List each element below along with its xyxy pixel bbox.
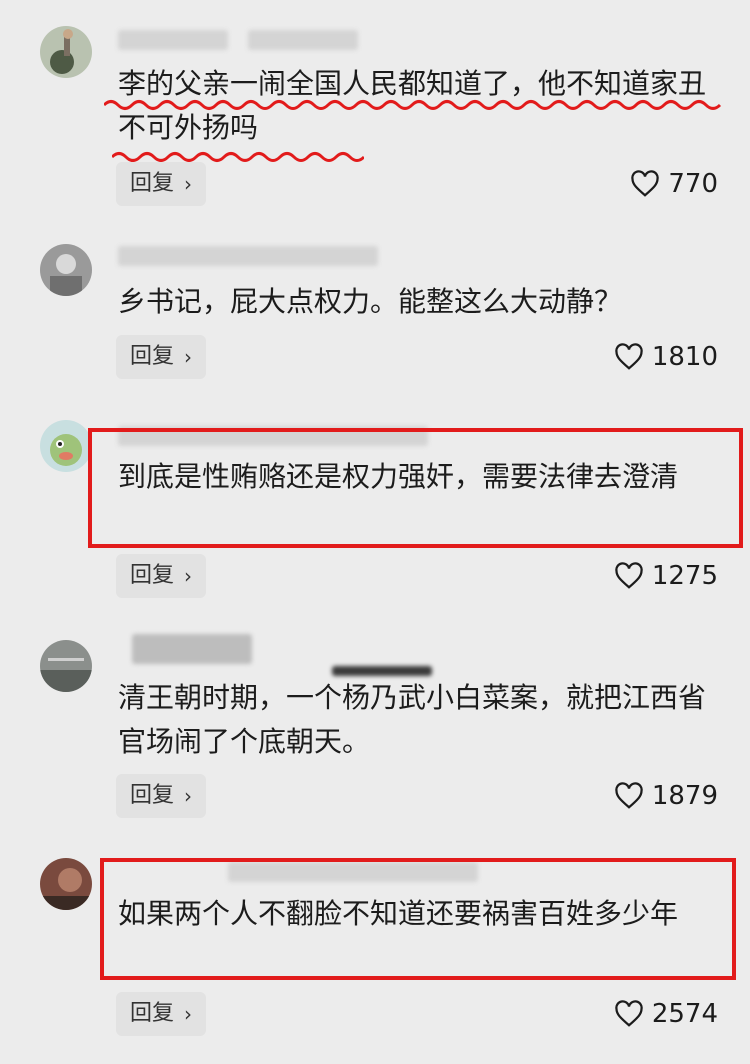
heart-outline-icon [615,343,643,370]
like-button[interactable]: 1275 [614,554,718,598]
like-button[interactable]: 2574 [614,992,718,1036]
wavy-underline [104,100,722,110]
like-count: 1275 [651,561,718,591]
reply-button[interactable]: 回复 › [116,992,207,1036]
heart-outline-icon [615,782,643,809]
reply-button[interactable]: 回复 › [116,162,207,206]
heart-outline-icon [615,1000,643,1027]
comment-text: 清王朝时期，一个杨乃武小白菜案，就把江西省官场闹了个底朝天。 [118,681,707,758]
reply-label: 回复 [130,563,175,588]
reply-label: 回复 [130,171,175,196]
reply-label: 回复 [130,344,175,369]
chevron-right-icon: › [184,172,193,196]
like-button[interactable]: 770 [630,162,718,206]
like-count: 1810 [651,342,718,372]
comment-text: 乡书记，屁大点权力。能整这么大动静？ [118,285,623,318]
reply-button[interactable]: 回复 › [116,335,207,379]
reply-button[interactable]: 回复 › [116,554,207,598]
reply-button[interactable]: 回复 › [116,774,207,818]
like-button[interactable]: 1879 [614,774,718,818]
chevron-right-icon: › [184,564,193,588]
like-count: 2574 [651,999,718,1029]
user-avatar[interactable] [40,26,92,78]
comment-text: 如果两个人不翻脸不知道还要祸害百姓多少年 [118,897,679,930]
heart-outline-icon [631,170,660,197]
user-avatar[interactable] [40,244,92,296]
like-button[interactable]: 1810 [614,335,718,379]
user-avatar[interactable] [40,640,92,692]
like-count: 1879 [651,781,718,811]
comment-text: 到底是性贿赂还是权力强奸，需要法律去澄清 [118,460,679,493]
chevron-right-icon: › [184,784,193,808]
reply-label: 回复 [130,1001,175,1026]
heart-outline-icon [615,562,643,589]
like-count: 770 [668,169,718,199]
chevron-right-icon: › [184,345,193,369]
chevron-right-icon: › [184,1002,193,1026]
user-avatar[interactable] [40,420,92,472]
user-avatar[interactable] [40,858,92,910]
reply-label: 回复 [130,783,175,808]
